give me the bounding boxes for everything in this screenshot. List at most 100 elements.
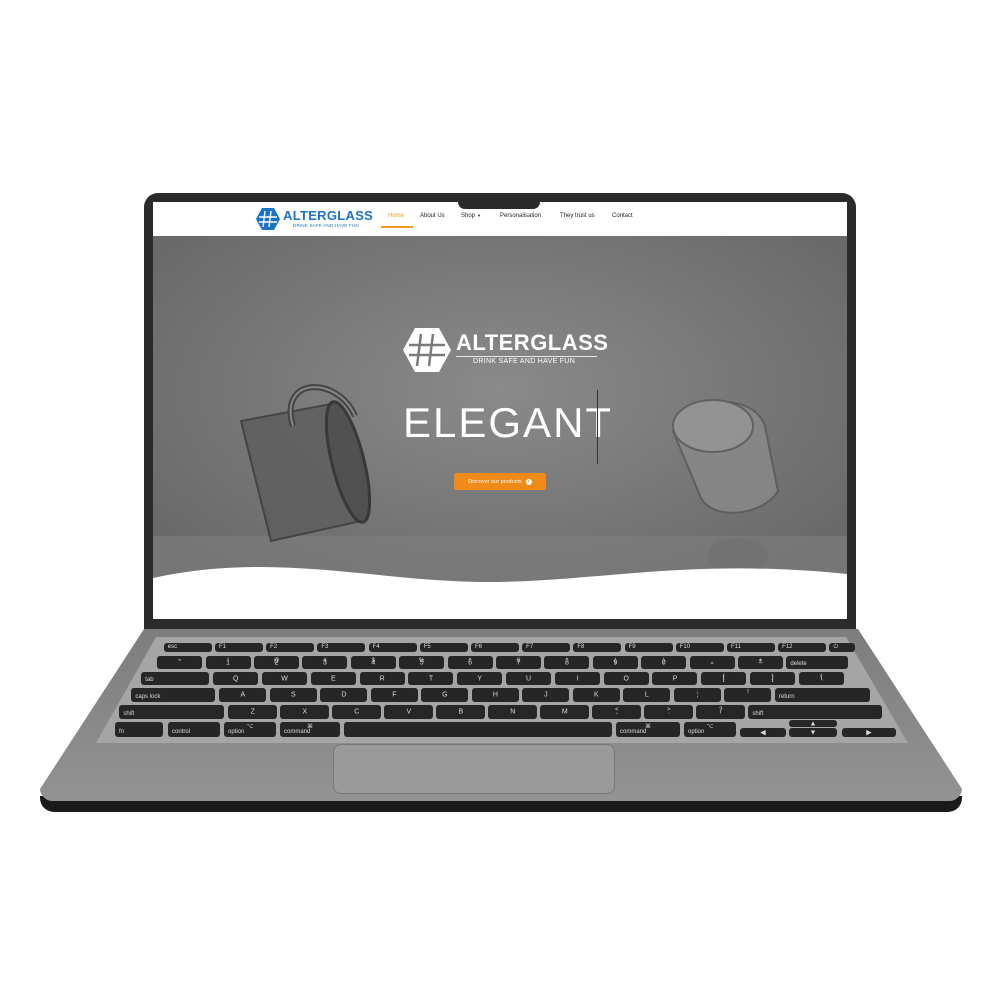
hexagon-logo-icon: [403, 328, 451, 372]
key-fn[interactable]: fn: [115, 722, 163, 737]
key-control[interactable]: control: [168, 722, 220, 737]
key-shift-left[interactable]: shift: [119, 705, 225, 719]
nav-personalisation[interactable]: Personalisation: [500, 213, 541, 219]
key-u[interactable]: U: [506, 672, 552, 685]
key-bracket-1[interactable]: }]: [750, 672, 796, 685]
key-f8[interactable]: F8: [573, 643, 622, 652]
key-v[interactable]: V: [384, 705, 434, 719]
key-f11[interactable]: F11: [726, 643, 775, 652]
nav-home[interactable]: Home: [388, 213, 404, 219]
key-d[interactable]: D: [320, 688, 368, 702]
key-j[interactable]: J: [522, 688, 570, 702]
key-label: F11: [730, 644, 741, 650]
key-0[interactable]: ) 0: [641, 656, 687, 669]
key-f5[interactable]: F5: [419, 643, 468, 652]
key-label: /: [719, 708, 722, 716]
key-w[interactable]: W: [262, 672, 308, 685]
key-f7[interactable]: F7: [522, 643, 571, 652]
key-arrow-right[interactable]: ▶: [842, 728, 896, 737]
key-e[interactable]: E: [310, 672, 356, 685]
key-t[interactable]: T: [408, 672, 454, 685]
key-7[interactable]: & 7: [496, 656, 541, 669]
key-=[interactable]: + =: [738, 656, 783, 669]
key-label: .: [667, 708, 670, 716]
key-return[interactable]: return: [774, 688, 870, 702]
key-g[interactable]: G: [421, 688, 469, 702]
key-f9[interactable]: F9: [624, 643, 673, 652]
key-space[interactable]: [344, 722, 612, 737]
key-caps-lock[interactable]: caps lock: [131, 688, 216, 702]
key-label: 5: [419, 659, 424, 666]
key-tab[interactable]: tab: [141, 672, 210, 685]
key-b[interactable]: B: [436, 705, 486, 719]
key-punct-1[interactable]: " ': [724, 688, 772, 702]
key-label: \: [820, 675, 823, 682]
nav-they-trust-us[interactable]: They trust us: [560, 213, 595, 219]
key-sym-1[interactable]: >.: [644, 705, 694, 719]
key-bracket-0[interactable]: {[: [701, 672, 747, 685]
key-sym-2[interactable]: ? /: [696, 705, 746, 719]
discover-products-button[interactable]: Discover our products: [454, 473, 546, 490]
key-l[interactable]: L: [623, 688, 671, 702]
trackpad[interactable]: [333, 744, 615, 794]
key-command-left[interactable]: ⌘ command: [280, 722, 340, 737]
key-6[interactable]: ^ 6: [447, 656, 493, 669]
key-command-right[interactable]: ⌘ command: [616, 722, 680, 737]
key-a[interactable]: A: [219, 688, 267, 702]
key-q[interactable]: Q: [213, 672, 259, 685]
key-m[interactable]: M: [540, 705, 590, 719]
nav-shop-label: Shop: [461, 213, 476, 219]
chevron-down-icon: ▼: [477, 213, 481, 218]
key-x[interactable]: X: [280, 705, 330, 719]
key-delete[interactable]: delete: [786, 656, 848, 669]
key-y[interactable]: Y: [457, 672, 503, 685]
key-p[interactable]: P: [652, 672, 698, 685]
key-punct-0[interactable]: :;: [673, 688, 721, 702]
key-label: T: [428, 675, 434, 682]
key-9[interactable]: (9: [592, 656, 638, 669]
key-esc[interactable]: esc: [163, 643, 212, 652]
key-arrow-down[interactable]: ▼: [789, 728, 837, 737]
brand-tagline: DRINK SAFE AND HAVE FUN: [293, 223, 359, 228]
key-f[interactable]: F: [370, 688, 418, 702]
key-label: U: [526, 675, 532, 682]
key-z[interactable]: Z: [228, 705, 278, 719]
key-bracket-2[interactable]: | \: [798, 672, 844, 685]
key-r[interactable]: R: [359, 672, 405, 685]
key-3[interactable]: #3: [302, 656, 348, 669]
key-n[interactable]: N: [488, 705, 538, 719]
key-arrow-left[interactable]: ◀: [740, 728, 786, 737]
key-label: shift: [752, 711, 764, 717]
key-k[interactable]: K: [572, 688, 620, 702]
key-`[interactable]: ~ `: [157, 656, 203, 669]
key-f12[interactable]: F12: [778, 643, 827, 652]
key-5[interactable]: % 5: [399, 656, 445, 669]
nav-shop[interactable]: Shop ▼: [461, 213, 481, 219]
key-s[interactable]: S: [269, 688, 317, 702]
key-1[interactable]: ! 1: [205, 656, 251, 669]
key-h[interactable]: H: [471, 688, 519, 702]
key-f3[interactable]: F3: [317, 643, 366, 652]
key-8[interactable]: * 8: [544, 656, 590, 669]
key-arrow-up[interactable]: ▲: [789, 720, 837, 727]
nav-about-us[interactable]: About Us: [420, 213, 445, 219]
key-shift-right[interactable]: shift: [748, 705, 882, 719]
key-f4[interactable]: F4: [368, 643, 417, 652]
key-f10[interactable]: F10: [675, 643, 724, 652]
key-2[interactable]: @2: [254, 656, 299, 669]
key-label: J: [544, 691, 548, 699]
key-option-left[interactable]: ⌥ option: [224, 722, 276, 737]
key-label: D: [341, 691, 347, 699]
key-c[interactable]: C: [332, 705, 382, 719]
key-sym-0[interactable]: <,: [592, 705, 642, 719]
key-4[interactable]: $4: [350, 656, 396, 669]
key-option-right[interactable]: ⌥ option: [684, 722, 736, 737]
key-f1[interactable]: F1: [214, 643, 263, 652]
key--[interactable]: _ -: [689, 656, 735, 669]
key-o[interactable]: O: [603, 672, 649, 685]
key-f2[interactable]: F2: [266, 643, 315, 652]
key-⏻[interactable]: ⏻: [829, 643, 856, 652]
key-i[interactable]: I: [554, 672, 600, 685]
nav-contact[interactable]: Contact: [612, 213, 633, 219]
key-f6[interactable]: F6: [470, 643, 519, 652]
